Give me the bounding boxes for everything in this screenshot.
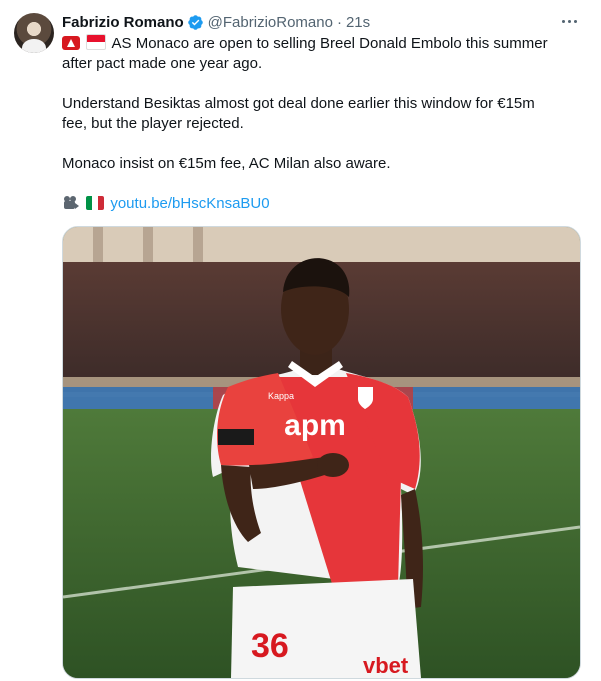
separator-dot: ·: [336, 13, 342, 31]
more-options-icon[interactable]: [559, 11, 579, 31]
tweet-text-line: AS Monaco are open to selling Breel Dona…: [111, 35, 548, 52]
tweet-text: AS Monaco are open to selling Breel Dona…: [62, 34, 582, 214]
tweet-line-1: AS Monaco are open to selling Breel Dona…: [62, 34, 582, 54]
italy-flag-icon: [86, 196, 105, 210]
monaco-flag-icon: [86, 34, 107, 50]
author-handle[interactable]: @FabrizioRomano: [208, 14, 333, 31]
tweet-text-line: Monaco insist on €15m fee, AC Milan also…: [62, 155, 391, 172]
kit-brand: Kappa: [268, 391, 294, 401]
shirt-number: 36: [251, 627, 289, 665]
video-camera-icon: [62, 195, 80, 211]
tweet-link-line: youtu.be/bHscKnsaBU0: [62, 194, 582, 214]
tweet-text-line: Understand Besiktas almost got deal done…: [62, 95, 535, 112]
author-name[interactable]: Fabrizio Romano: [62, 14, 184, 31]
player-photo: apm Kappa 36 vbet: [63, 227, 580, 678]
tweet-header: Fabrizio Romano @FabrizioRomano · 21s: [62, 12, 370, 32]
avatar[interactable]: [14, 13, 54, 53]
youtube-link[interactable]: youtu.be/bHscKnsaBU0: [110, 195, 269, 212]
tweet-card[interactable]: Fabrizio Romano @FabrizioRomano · 21s AS…: [0, 0, 601, 681]
timestamp[interactable]: 21s: [346, 14, 370, 31]
monaco-crest-flag-icon: [62, 36, 80, 50]
verified-badge-icon: [187, 14, 204, 31]
shorts-sponsor: vbet: [363, 653, 409, 678]
shirt-sponsor: apm: [284, 409, 346, 442]
tweet-photo[interactable]: apm Kappa 36 vbet: [62, 226, 581, 679]
tweet-text-line: fee, but the player rejected.: [62, 115, 244, 132]
tweet-text-line: after pact made one year ago.: [62, 55, 263, 72]
